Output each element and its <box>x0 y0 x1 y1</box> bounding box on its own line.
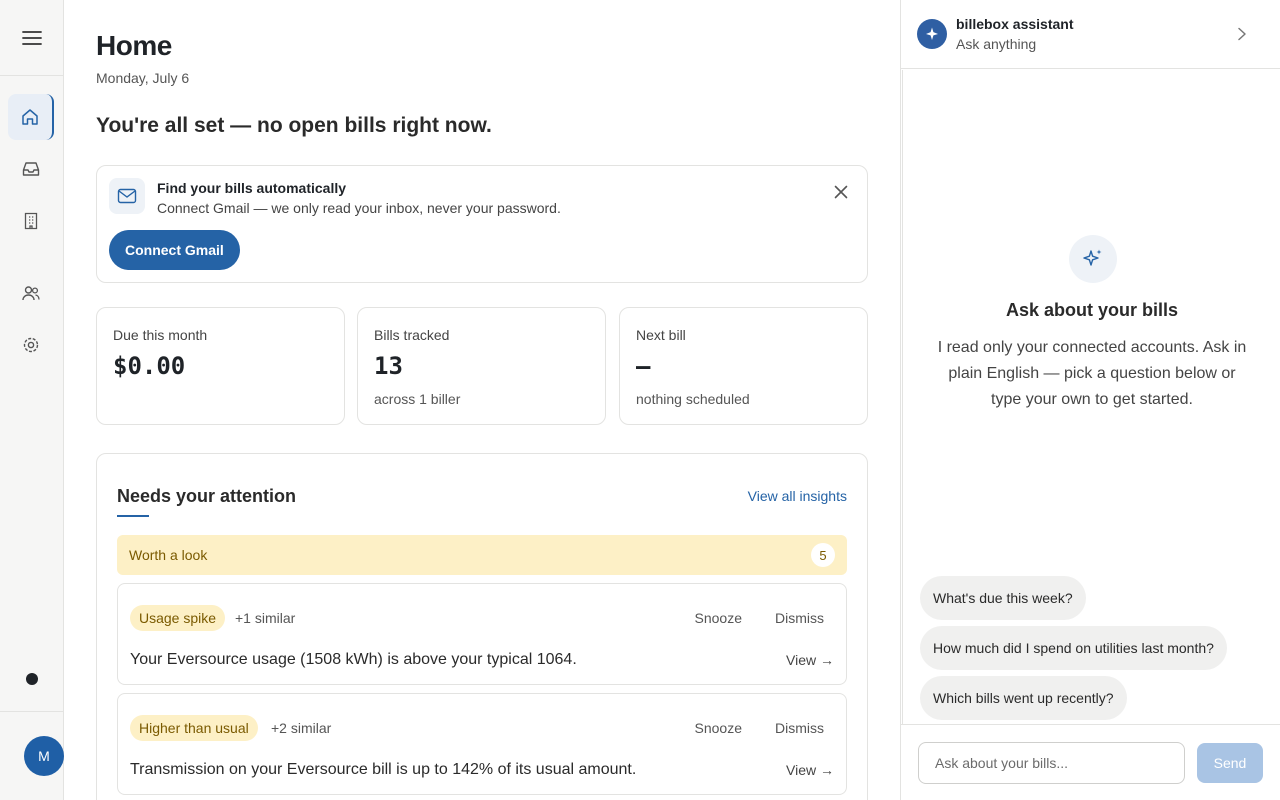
send-button[interactable]: Send <box>1197 743 1263 783</box>
page-date: Monday, July 6 <box>96 70 190 86</box>
stat-card-next-bill: Next bill — nothing scheduled <box>619 307 868 425</box>
gmail-banner: Find your bills automatically Connect Gm… <box>96 165 868 283</box>
stat-label: Next bill <box>636 327 686 343</box>
nav-item-people[interactable] <box>8 270 54 316</box>
group-header[interactable]: Worth a look 5 <box>117 535 847 575</box>
insight-tag: Usage spike <box>130 605 226 631</box>
main-content: Home Monday, July 6 You're all set — no … <box>64 0 900 800</box>
page-title: Home <box>96 30 172 61</box>
status-indicator <box>26 673 38 685</box>
assistant-body: Ask about your bills I read only your co… <box>902 70 1280 725</box>
suggestion-chip[interactable]: How much did I spend on utilities last m… <box>920 626 1227 670</box>
similar-count[interactable]: +2 similar <box>271 720 331 736</box>
view-all-insights-link[interactable]: View all insights <box>748 488 847 504</box>
assistant-name: billebox assistant <box>956 16 1074 32</box>
nav-item-billers[interactable] <box>8 198 54 244</box>
sparkle-icon <box>1069 235 1117 283</box>
attention-panel: Needs your attention View all insights W… <box>96 453 868 800</box>
dismiss-button[interactable]: Dismiss <box>775 610 824 626</box>
status-headline: You're all set — no open bills right now… <box>96 114 492 137</box>
assistant-logo-icon <box>917 19 947 49</box>
assistant-panel: billebox assistant Ask anything Ask abou… <box>900 0 1280 800</box>
stat-value: — <box>636 352 651 380</box>
group-count-badge: 5 <box>811 543 835 567</box>
stat-label: Due this month <box>113 327 208 343</box>
view-link[interactable]: View → <box>786 762 834 778</box>
banner-title: Find your bills automatically <box>157 180 347 196</box>
suggestion-chip[interactable]: Which bills went up recently? <box>920 676 1127 720</box>
nav-item-inbox[interactable] <box>8 146 54 192</box>
insight-tag: Higher than usual <box>130 715 258 741</box>
stat-note: nothing scheduled <box>636 391 750 407</box>
assistant-subtitle: Ask anything <box>956 36 1037 52</box>
banner-subtitle: Connect Gmail — we only read your inbox,… <box>157 200 561 216</box>
stat-note: across 1 biller <box>374 391 461 407</box>
assistant-input[interactable] <box>918 742 1185 784</box>
insight-message: Transmission on your Eversource bill is … <box>130 761 637 778</box>
home-icon <box>22 109 38 125</box>
chevron-right-icon[interactable] <box>1233 25 1251 43</box>
attention-title: Needs your attention <box>117 486 297 506</box>
stat-label: Bills tracked <box>374 327 450 343</box>
avatar[interactable]: M <box>24 736 64 776</box>
building-icon <box>24 212 38 230</box>
stat-card-tracked: Bills tracked 13 across 1 biller <box>357 307 606 425</box>
settings-icon <box>23 337 39 353</box>
assistant-empty-description: I read only your connected accounts. Ask… <box>937 339 1247 408</box>
group-label: Worth a look <box>129 547 208 563</box>
assistant-header: billebox assistant Ask anything <box>901 0 1280 69</box>
assistant-composer: Send <box>901 724 1280 800</box>
snooze-button[interactable]: Snooze <box>695 720 742 736</box>
suggestion-chip[interactable]: What's due this week? <box>920 576 1086 620</box>
stat-card-due: Due this month $0.00 <box>96 307 345 425</box>
insight-card: Usage spike +1 similar Snooze Dismiss Yo… <box>117 583 847 685</box>
assistant-empty-title: Ask about your bills <box>1005 300 1179 320</box>
title-underline <box>117 515 149 517</box>
view-link[interactable]: View → <box>786 652 834 668</box>
insight-card: Higher than usual +2 similar Snooze Dism… <box>117 693 847 795</box>
snooze-button[interactable]: Snooze <box>695 610 742 626</box>
users-icon <box>22 286 40 301</box>
nav-divider <box>0 75 64 76</box>
insight-message: Your Eversource usage (1508 kWh) is abov… <box>130 651 577 668</box>
mail-icon <box>109 178 145 214</box>
close-icon[interactable] <box>831 182 851 202</box>
inbox-icon <box>22 162 40 176</box>
connect-gmail-button[interactable]: Connect Gmail <box>109 230 240 270</box>
dismiss-button[interactable]: Dismiss <box>775 720 824 736</box>
menu-icon[interactable] <box>16 22 48 54</box>
stat-value: $0.00 <box>113 352 186 380</box>
nav-divider <box>0 711 64 712</box>
nav-rail: M <box>0 0 64 800</box>
nav-item-settings[interactable] <box>8 322 54 368</box>
nav-item-home[interactable] <box>8 94 54 140</box>
similar-count[interactable]: +1 similar <box>235 610 295 626</box>
stat-value: 13 <box>374 352 403 380</box>
